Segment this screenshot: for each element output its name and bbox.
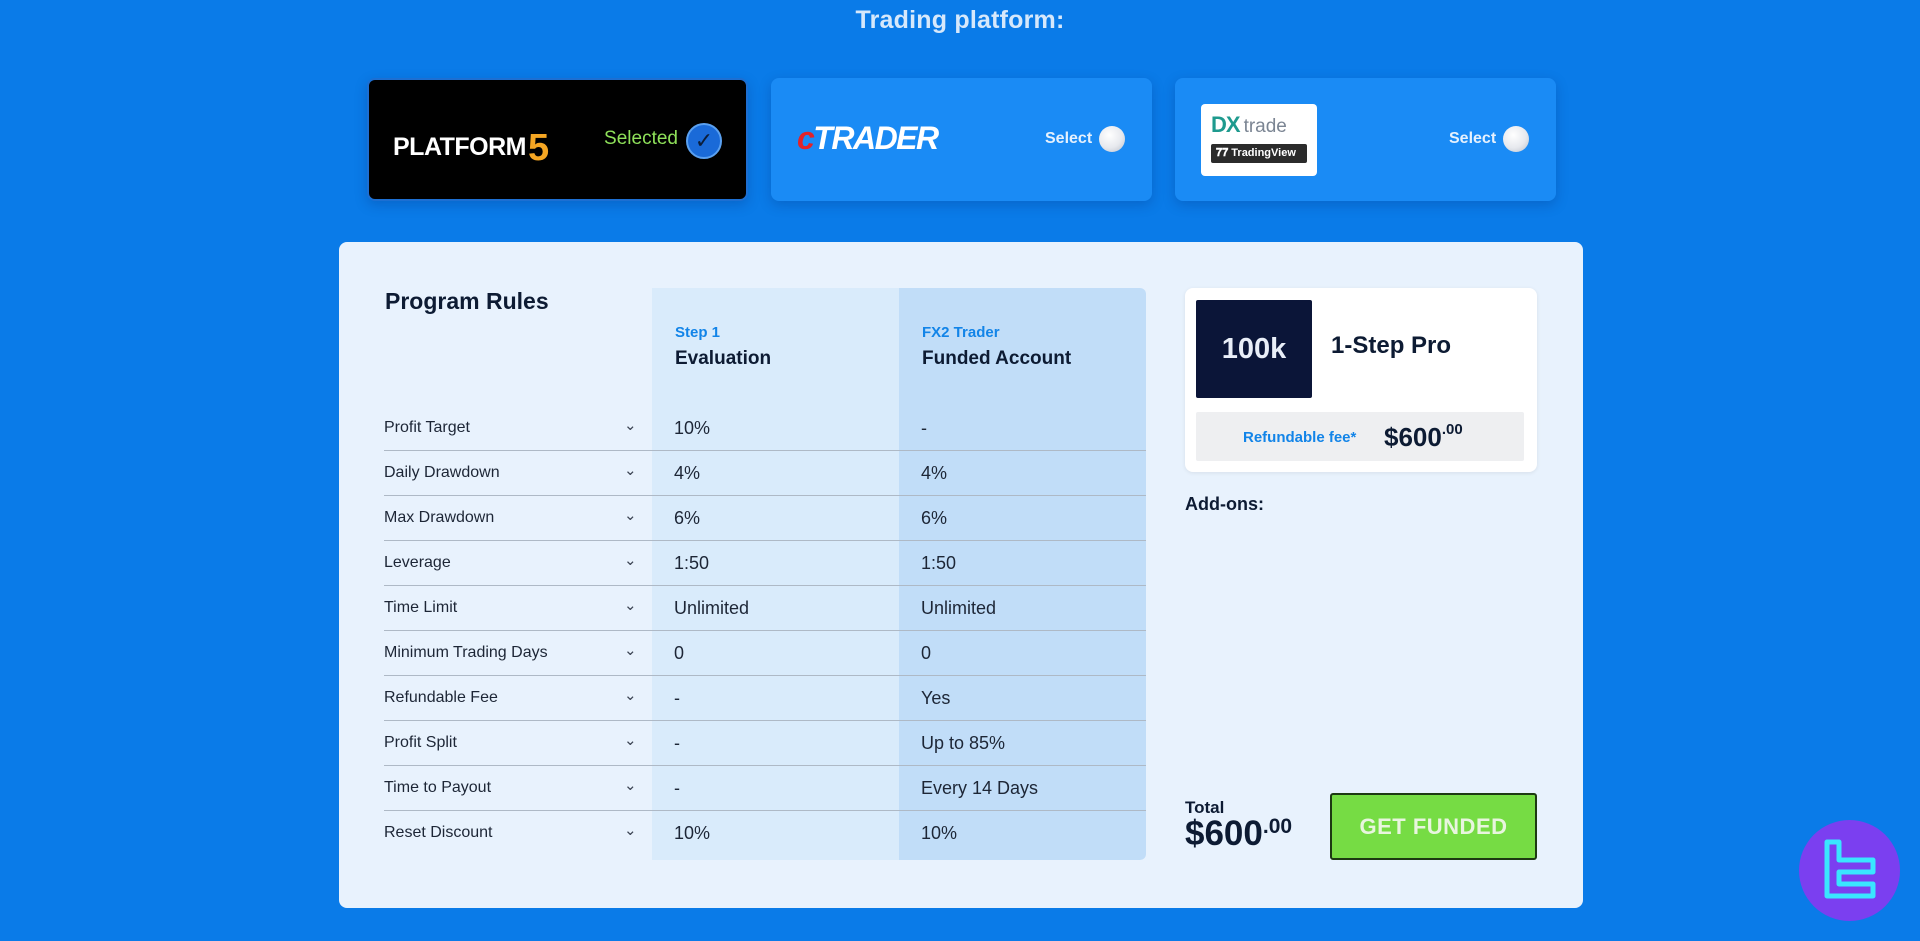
total-amount: $600.00 xyxy=(1185,814,1292,854)
column-step1-title: Evaluation xyxy=(675,348,772,369)
platform5-selected-label: Selected xyxy=(604,128,678,149)
ctrader-radio-button[interactable] xyxy=(1099,126,1125,152)
rule-row-time-limit[interactable]: Time Limit ⌄ Unlimited Unlimited xyxy=(384,586,1146,631)
check-icon[interactable]: ✓ xyxy=(686,123,722,159)
rule-value-step1: 10% xyxy=(674,418,711,438)
ctrader-select-label: Select xyxy=(1045,130,1093,147)
rule-label: Minimum Trading Days xyxy=(384,644,548,661)
rule-label: Leverage xyxy=(384,554,451,571)
rule-value-funded: Up to 85% xyxy=(921,733,1006,753)
rule-value-step1: 0 xyxy=(674,643,685,663)
tradingview-logo: 𝟕𝟕 TradingView xyxy=(1211,144,1307,163)
rule-row-max-drawdown[interactable]: Max Drawdown ⌄ 6% 6% xyxy=(384,496,1146,541)
fee-main: $600 xyxy=(1384,422,1442,452)
rule-label: Max Drawdown xyxy=(384,509,495,526)
rule-label: Reset Discount xyxy=(384,824,493,841)
brand-logo-icon xyxy=(1824,839,1875,898)
get-funded-button[interactable]: GET FUNDED xyxy=(1330,793,1537,860)
rule-value-funded: Yes xyxy=(921,688,951,708)
rule-value-funded: - xyxy=(921,418,927,438)
platform-card-dxtrade[interactable]: DX trade 𝟕𝟕 TradingView Select xyxy=(1175,78,1556,201)
dxtrade-logo-text: trade xyxy=(1243,116,1287,137)
rule-label: Time to Payout xyxy=(384,779,492,796)
rule-value-step1: 4% xyxy=(674,463,701,483)
ctrader-logo: cTRADER xyxy=(797,120,939,157)
chevron-down-icon[interactable]: ⌄ xyxy=(624,551,637,569)
ctrader-logo-prefix: c xyxy=(797,120,815,156)
plan-summary-card: 100k 1-Step Pro Refundable fee* $600.00 xyxy=(1185,288,1537,472)
account-size-badge: 100k xyxy=(1196,300,1312,398)
chevron-down-icon[interactable]: ⌄ xyxy=(624,686,637,704)
rule-row-minimum-trading-days[interactable]: Minimum Trading Days ⌄ 0 0 xyxy=(384,631,1146,676)
platform5-logo-text: PLATFORM xyxy=(393,133,527,161)
rule-value-step1: - xyxy=(674,778,680,798)
tradingview-icon: 𝟕𝟕 xyxy=(1216,147,1232,159)
program-rules-title: Program Rules xyxy=(385,288,549,314)
rule-label: Profit Target xyxy=(384,419,470,436)
rule-row-refundable-fee[interactable]: Refundable Fee ⌄ - Yes xyxy=(384,676,1146,721)
addons-label: Add-ons: xyxy=(1185,494,1264,514)
rule-value-funded: 6% xyxy=(921,508,948,528)
rule-value-funded: 0 xyxy=(921,643,932,663)
rule-label: Profit Split xyxy=(384,734,457,751)
rule-label: Refundable Fee xyxy=(384,689,498,706)
chevron-down-icon[interactable]: ⌄ xyxy=(624,731,637,749)
rule-value-step1: 6% xyxy=(674,508,701,528)
rule-row-daily-drawdown[interactable]: Daily Drawdown ⌄ 4% 4% xyxy=(384,451,1146,496)
chevron-down-icon[interactable]: ⌄ xyxy=(624,641,637,659)
rule-row-reset-discount[interactable]: Reset Discount ⌄ 10% 10% xyxy=(384,811,1146,856)
rule-value-step1: Unlimited xyxy=(674,598,750,618)
plan-name: 1-Step Pro xyxy=(1331,332,1452,359)
rule-row-profit-split[interactable]: Profit Split ⌄ - Up to 85% xyxy=(384,721,1146,766)
chevron-down-icon[interactable]: ⌄ xyxy=(624,416,637,434)
dxtrade-radio-button[interactable] xyxy=(1503,126,1529,152)
platform5-logo-number: 5 xyxy=(528,127,549,169)
rule-value-funded: 1:50 xyxy=(921,553,957,573)
brand-logo-badge xyxy=(1799,820,1900,921)
chevron-down-icon[interactable]: ⌄ xyxy=(624,776,637,794)
rule-value-step1: 10% xyxy=(674,823,711,843)
rule-value-step1: - xyxy=(674,733,680,753)
rule-value-funded: 4% xyxy=(921,463,948,483)
program-panel: Program Rules Step 1 Evaluation FX2 Trad… xyxy=(339,242,1583,908)
dxtrade-logo-mark: DX xyxy=(1211,112,1241,137)
dxtrade-logo: DX trade 𝟕𝟕 TradingView xyxy=(1201,104,1317,176)
refundable-fee-label: Refundable fee* xyxy=(1243,429,1357,446)
rule-row-time-to-payout[interactable]: Time to Payout ⌄ - Every 14 Days xyxy=(384,766,1146,811)
rule-value-step1: 1:50 xyxy=(674,553,710,573)
refundable-fee-amount: $600.00 xyxy=(1384,421,1463,453)
rule-row-profit-target[interactable]: Profit Target ⌄ 10% - xyxy=(384,406,1146,451)
rule-value-step1: - xyxy=(674,688,680,708)
tradingview-logo-text: TradingView xyxy=(1231,147,1296,159)
chevron-down-icon[interactable]: ⌄ xyxy=(624,506,637,524)
total-main: $600 xyxy=(1185,814,1263,853)
page-title: Trading platform: xyxy=(855,6,1065,34)
platform-card-ctrader[interactable]: cTRADER Select xyxy=(771,78,1152,201)
column-funded-sub: FX2 Trader xyxy=(922,324,1000,341)
column-step1-sub: Step 1 xyxy=(675,324,721,341)
column-funded-title: Funded Account xyxy=(922,348,1072,369)
chevron-down-icon[interactable]: ⌄ xyxy=(624,821,637,839)
fee-cents: .00 xyxy=(1441,421,1463,438)
chevron-down-icon[interactable]: ⌄ xyxy=(624,596,637,614)
rule-label: Daily Drawdown xyxy=(384,464,500,481)
refundable-fee-bar: Refundable fee* $600.00 xyxy=(1196,412,1524,461)
rule-value-funded: Every 14 Days xyxy=(921,778,1039,798)
ctrader-logo-text: TRADER xyxy=(813,120,939,156)
platform5-logo: PLATFORM5 xyxy=(393,122,549,169)
rule-value-funded: 10% xyxy=(921,823,958,843)
rule-value-funded: Unlimited xyxy=(921,598,997,618)
total-cents: .00 xyxy=(1262,815,1293,838)
platform-card-platform5[interactable]: PLATFORM5 Selected ✓ xyxy=(367,78,748,201)
rule-label: Time Limit xyxy=(384,599,458,616)
rule-row-leverage[interactable]: Leverage ⌄ 1:50 1:50 xyxy=(384,541,1146,586)
dxtrade-select-label: Select xyxy=(1449,130,1497,147)
chevron-down-icon[interactable]: ⌄ xyxy=(624,461,637,479)
